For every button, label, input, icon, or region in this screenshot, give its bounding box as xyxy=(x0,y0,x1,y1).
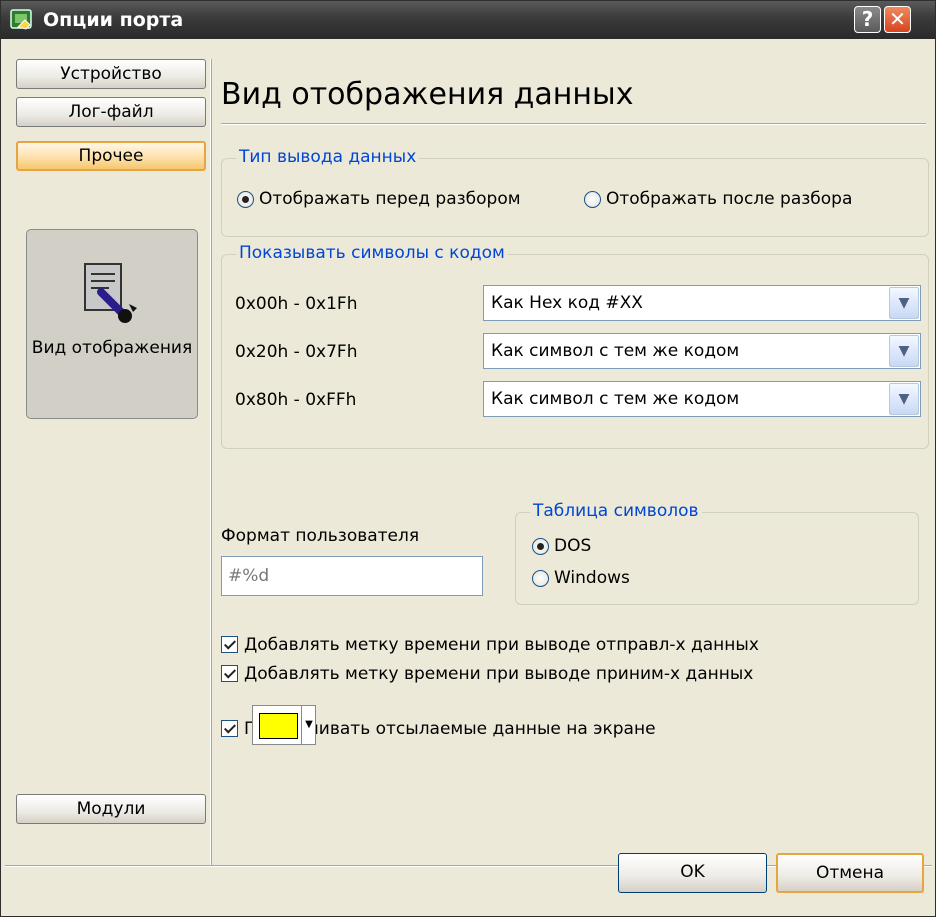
radio-after-parse[interactable]: Отображать после разбора xyxy=(584,188,852,210)
charset-group: Таблица символов DOS Windows xyxy=(515,500,919,605)
help-button[interactable]: ? xyxy=(854,6,881,33)
range-label-2: 0x20h - 0x7Fh xyxy=(235,342,358,362)
chevron-down-icon[interactable]: ▼ xyxy=(301,706,316,744)
highlight-color-picker[interactable]: ▼ xyxy=(252,705,316,745)
display-view-label: Вид отображения xyxy=(31,338,193,358)
code-display-select-3[interactable]: Как символ с тем же кодом ▼ xyxy=(483,381,921,417)
checkbox-checked-icon xyxy=(221,720,238,737)
radio-dos[interactable]: DOS xyxy=(532,535,591,557)
range-label-1: 0x00h - 0x1Fh xyxy=(235,294,358,314)
show-codes-group: Показывать символы с кодом 0x00h - 0x1Fh… xyxy=(221,242,929,449)
sidebar-item-other[interactable]: Прочее xyxy=(16,141,206,171)
sidebar-item-device[interactable]: Устройство xyxy=(16,59,206,89)
ok-button[interactable]: OK xyxy=(618,853,767,893)
title-bar[interactable]: Опции порта ? ✕ xyxy=(1,1,935,39)
charset-legend: Таблица символов xyxy=(530,500,702,522)
checkbox-timestamp-sent[interactable]: Добавлять метку времени при выводе отпра… xyxy=(221,634,759,656)
dialog-body: Устройство Лог-файл Прочее Вид отображен… xyxy=(5,39,932,914)
heading-divider xyxy=(221,123,926,125)
window-title: Опции порта xyxy=(43,9,184,31)
radio-before-parse-label: Отображать перед разбором xyxy=(259,189,521,209)
radio-dos-label: DOS xyxy=(554,536,592,556)
radio-windows-label: Windows xyxy=(554,568,630,588)
chevron-down-icon[interactable]: ▼ xyxy=(889,287,919,319)
close-button[interactable]: ✕ xyxy=(884,6,911,33)
user-format-label: Формат пользователя xyxy=(221,526,420,546)
code-display-select-2[interactable]: Как символ с тем же кодом ▼ xyxy=(483,333,921,369)
user-format-input[interactable]: #%d xyxy=(221,556,483,596)
checkbox-timestamp-received[interactable]: Добавлять метку времени при выводе прини… xyxy=(221,663,753,685)
radio-unselected-icon xyxy=(584,191,601,208)
radio-selected-icon xyxy=(237,191,254,208)
port-options-icon xyxy=(10,9,32,30)
chevron-down-icon[interactable]: ▼ xyxy=(889,383,919,415)
sidebar: Устройство Лог-файл Прочее Вид отображен… xyxy=(5,59,211,865)
sidebar-item-log-file[interactable]: Лог-файл xyxy=(16,97,206,127)
show-codes-legend: Показывать символы с кодом xyxy=(236,242,508,264)
output-type-group: Тип вывода данных Отображать перед разбо… xyxy=(221,146,929,237)
code-display-select-1[interactable]: Как Hex код #XX ▼ xyxy=(483,285,921,321)
code-display-value-1: Как Hex код #XX xyxy=(491,293,643,313)
code-display-value-2: Как символ с тем же кодом xyxy=(491,341,740,361)
highlight-color-swatch xyxy=(259,713,298,739)
code-display-value-3: Как символ с тем же кодом xyxy=(491,389,740,409)
cancel-button[interactable]: Отмена xyxy=(776,853,924,893)
range-label-3: 0x80h - 0xFFh xyxy=(235,390,357,410)
chevron-down-icon[interactable]: ▼ xyxy=(889,335,919,367)
page-title: Вид отображения данных xyxy=(221,77,634,112)
checkbox-checked-icon xyxy=(221,665,238,682)
radio-unselected-icon xyxy=(532,570,549,587)
checkbox-checked-icon xyxy=(221,636,238,653)
checkbox-timestamp-received-label: Добавлять метку времени при выводе прини… xyxy=(244,664,754,684)
radio-windows[interactable]: Windows xyxy=(532,567,630,589)
options-dialog: Опции порта ? ✕ Устройство Лог-файл Проч… xyxy=(0,0,936,917)
radio-after-parse-label: Отображать после разбора xyxy=(606,189,853,209)
radio-before-parse[interactable]: Отображать перед разбором xyxy=(237,188,521,210)
modules-button[interactable]: Модули xyxy=(16,794,206,824)
main-panel: Вид отображения данных Тип вывода данных… xyxy=(215,59,932,865)
output-type-legend: Тип вывода данных xyxy=(236,146,420,168)
display-settings-icon xyxy=(84,263,137,323)
checkbox-timestamp-sent-label: Добавлять метку времени при выводе отпра… xyxy=(244,635,759,655)
display-view-tile[interactable]: Вид отображения xyxy=(26,229,198,419)
radio-selected-icon xyxy=(532,538,549,555)
